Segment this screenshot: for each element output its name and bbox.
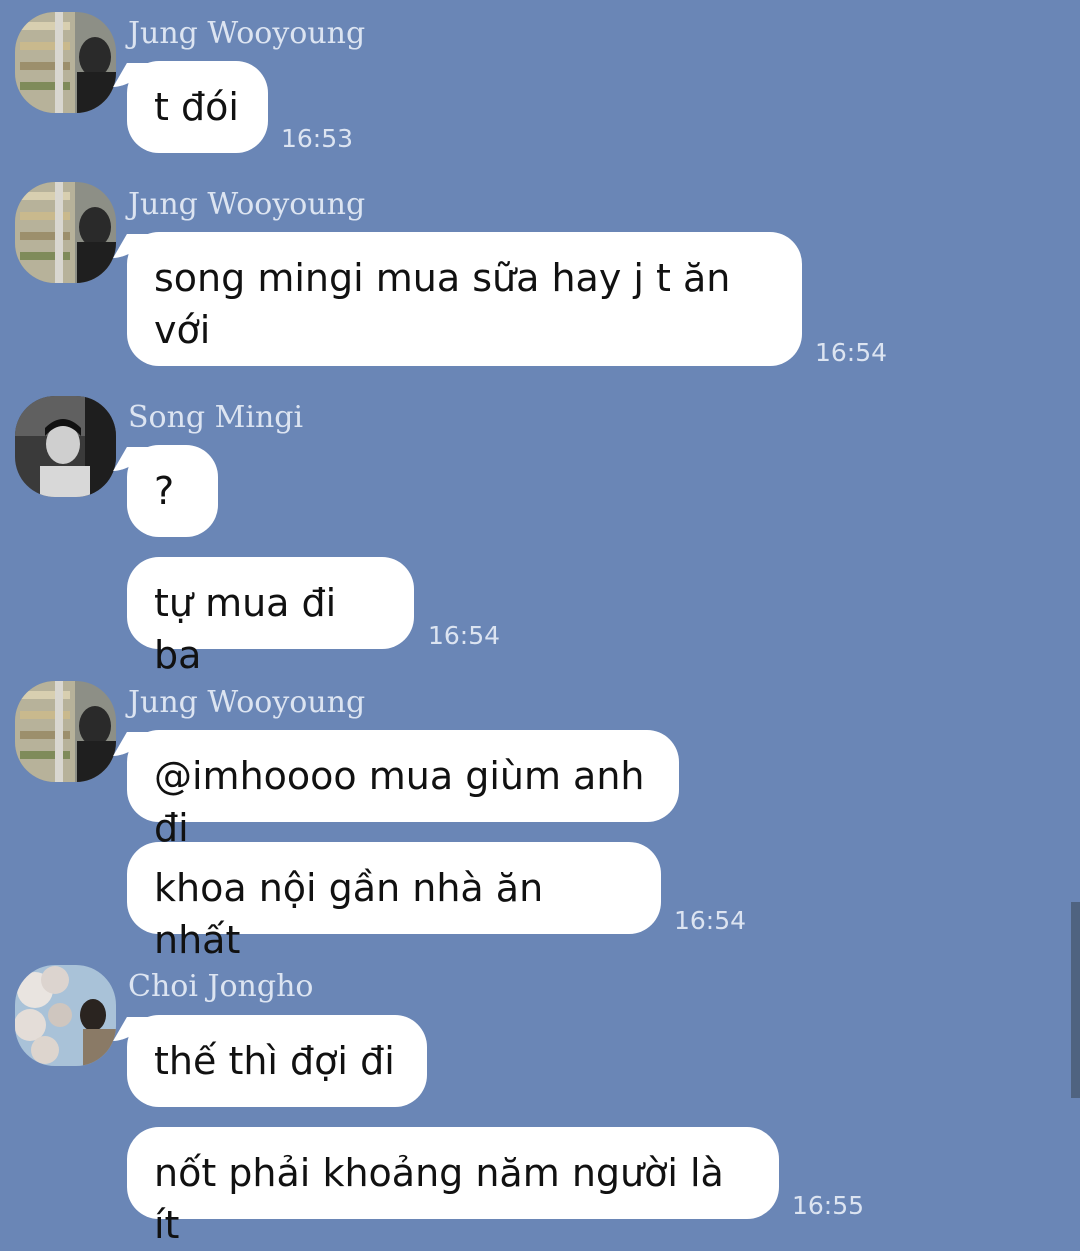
- message-bubble[interactable]: @imhoooo mua giùm anh đi: [127, 730, 679, 850]
- scrollbar[interactable]: [1071, 902, 1080, 1098]
- sender-name: Choi Jongho: [128, 969, 314, 1004]
- avatar-image: [15, 681, 116, 782]
- avatar-choi-jongho[interactable]: [15, 965, 116, 1066]
- message-bubble[interactable]: t đói: [127, 61, 268, 153]
- message-bubble[interactable]: tự mua đi ba: [127, 557, 414, 677]
- message-time: 16:54: [428, 621, 501, 650]
- avatar-jung-wooyoung[interactable]: [15, 182, 116, 283]
- sender-name: Jung Wooyoung: [128, 16, 366, 51]
- avatar-image: [15, 12, 116, 113]
- avatar-image: [15, 965, 116, 1066]
- sender-name: Jung Wooyoung: [128, 187, 366, 222]
- avatar-image: [15, 396, 116, 497]
- message-time: 16:54: [674, 906, 747, 935]
- avatar-song-mingi[interactable]: [15, 396, 116, 497]
- sender-name: Jung Wooyoung: [128, 685, 366, 720]
- message-bubble[interactable]: song mingi mua sữa hay j t ăn với: [127, 232, 802, 366]
- message-bubble[interactable]: thế thì đợi đi: [127, 1015, 427, 1107]
- message-bubble[interactable]: ?: [127, 445, 218, 537]
- avatar-image: [15, 182, 116, 283]
- message-time: 16:55: [792, 1191, 865, 1220]
- message-bubble[interactable]: khoa nội gần nhà ăn nhất: [127, 842, 661, 962]
- message-time: 16:54: [815, 338, 888, 367]
- message-bubble[interactable]: nốt phải khoảng năm người là ít: [127, 1127, 779, 1247]
- avatar-jung-wooyoung[interactable]: [15, 12, 116, 113]
- sender-name: Song Mingi: [128, 400, 304, 435]
- avatar-jung-wooyoung[interactable]: [15, 681, 116, 782]
- message-time: 16:53: [281, 124, 354, 153]
